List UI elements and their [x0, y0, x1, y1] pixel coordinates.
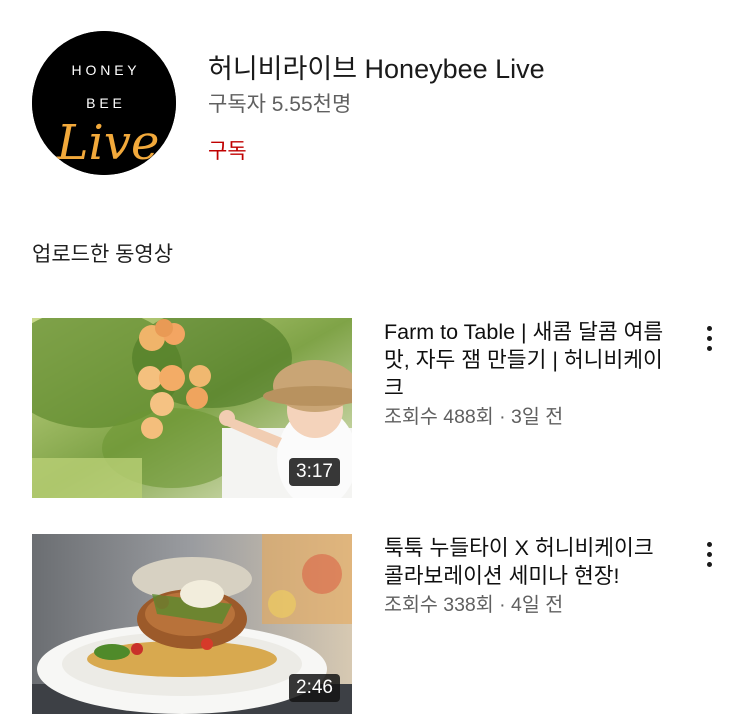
video-thumbnail[interactable]: 3:17 [32, 318, 352, 498]
video-item[interactable]: 3:17 Farm to Table | 새콤 달콤 여름 맛, 자두 잼 만들… [0, 318, 750, 500]
video-meta: 조회수 338회 · 4일 전 [384, 594, 564, 616]
more-vert-icon[interactable] [698, 322, 722, 354]
video-thumbnail[interactable]: 2:46 [32, 534, 352, 714]
avatar-script: Live [56, 115, 160, 171]
subscriber-count: 구독자 5.55천명 [208, 93, 352, 116]
video-meta: 조회수 488회 · 3일 전 [384, 406, 564, 428]
video-title[interactable]: 툭툭 누들타이 X 허니비케이크 콜라보레이션 세미나 현장! [384, 534, 669, 590]
channel-avatar[interactable]: H O N E Y B E E Live [32, 31, 176, 175]
section-title: 업로드한 동영상 [32, 243, 174, 266]
video-title[interactable]: Farm to Table | 새콤 달콤 여름 맛, 자두 잼 만들기 | 허… [384, 318, 669, 402]
avatar-line2: B E E [86, 95, 122, 111]
channel-name[interactable]: 허니비라이브 Honeybee Live [208, 47, 545, 86]
subscribe-button[interactable]: 구독 [208, 135, 247, 165]
more-vert-icon[interactable] [698, 538, 722, 570]
video-duration: 3:17 [289, 458, 340, 486]
video-duration: 2:46 [289, 674, 340, 702]
avatar-line1: H O N E Y [71, 62, 137, 78]
video-item[interactable]: 2:46 툭툭 누들타이 X 허니비케이크 콜라보레이션 세미나 현장! 조회수… [0, 534, 750, 716]
